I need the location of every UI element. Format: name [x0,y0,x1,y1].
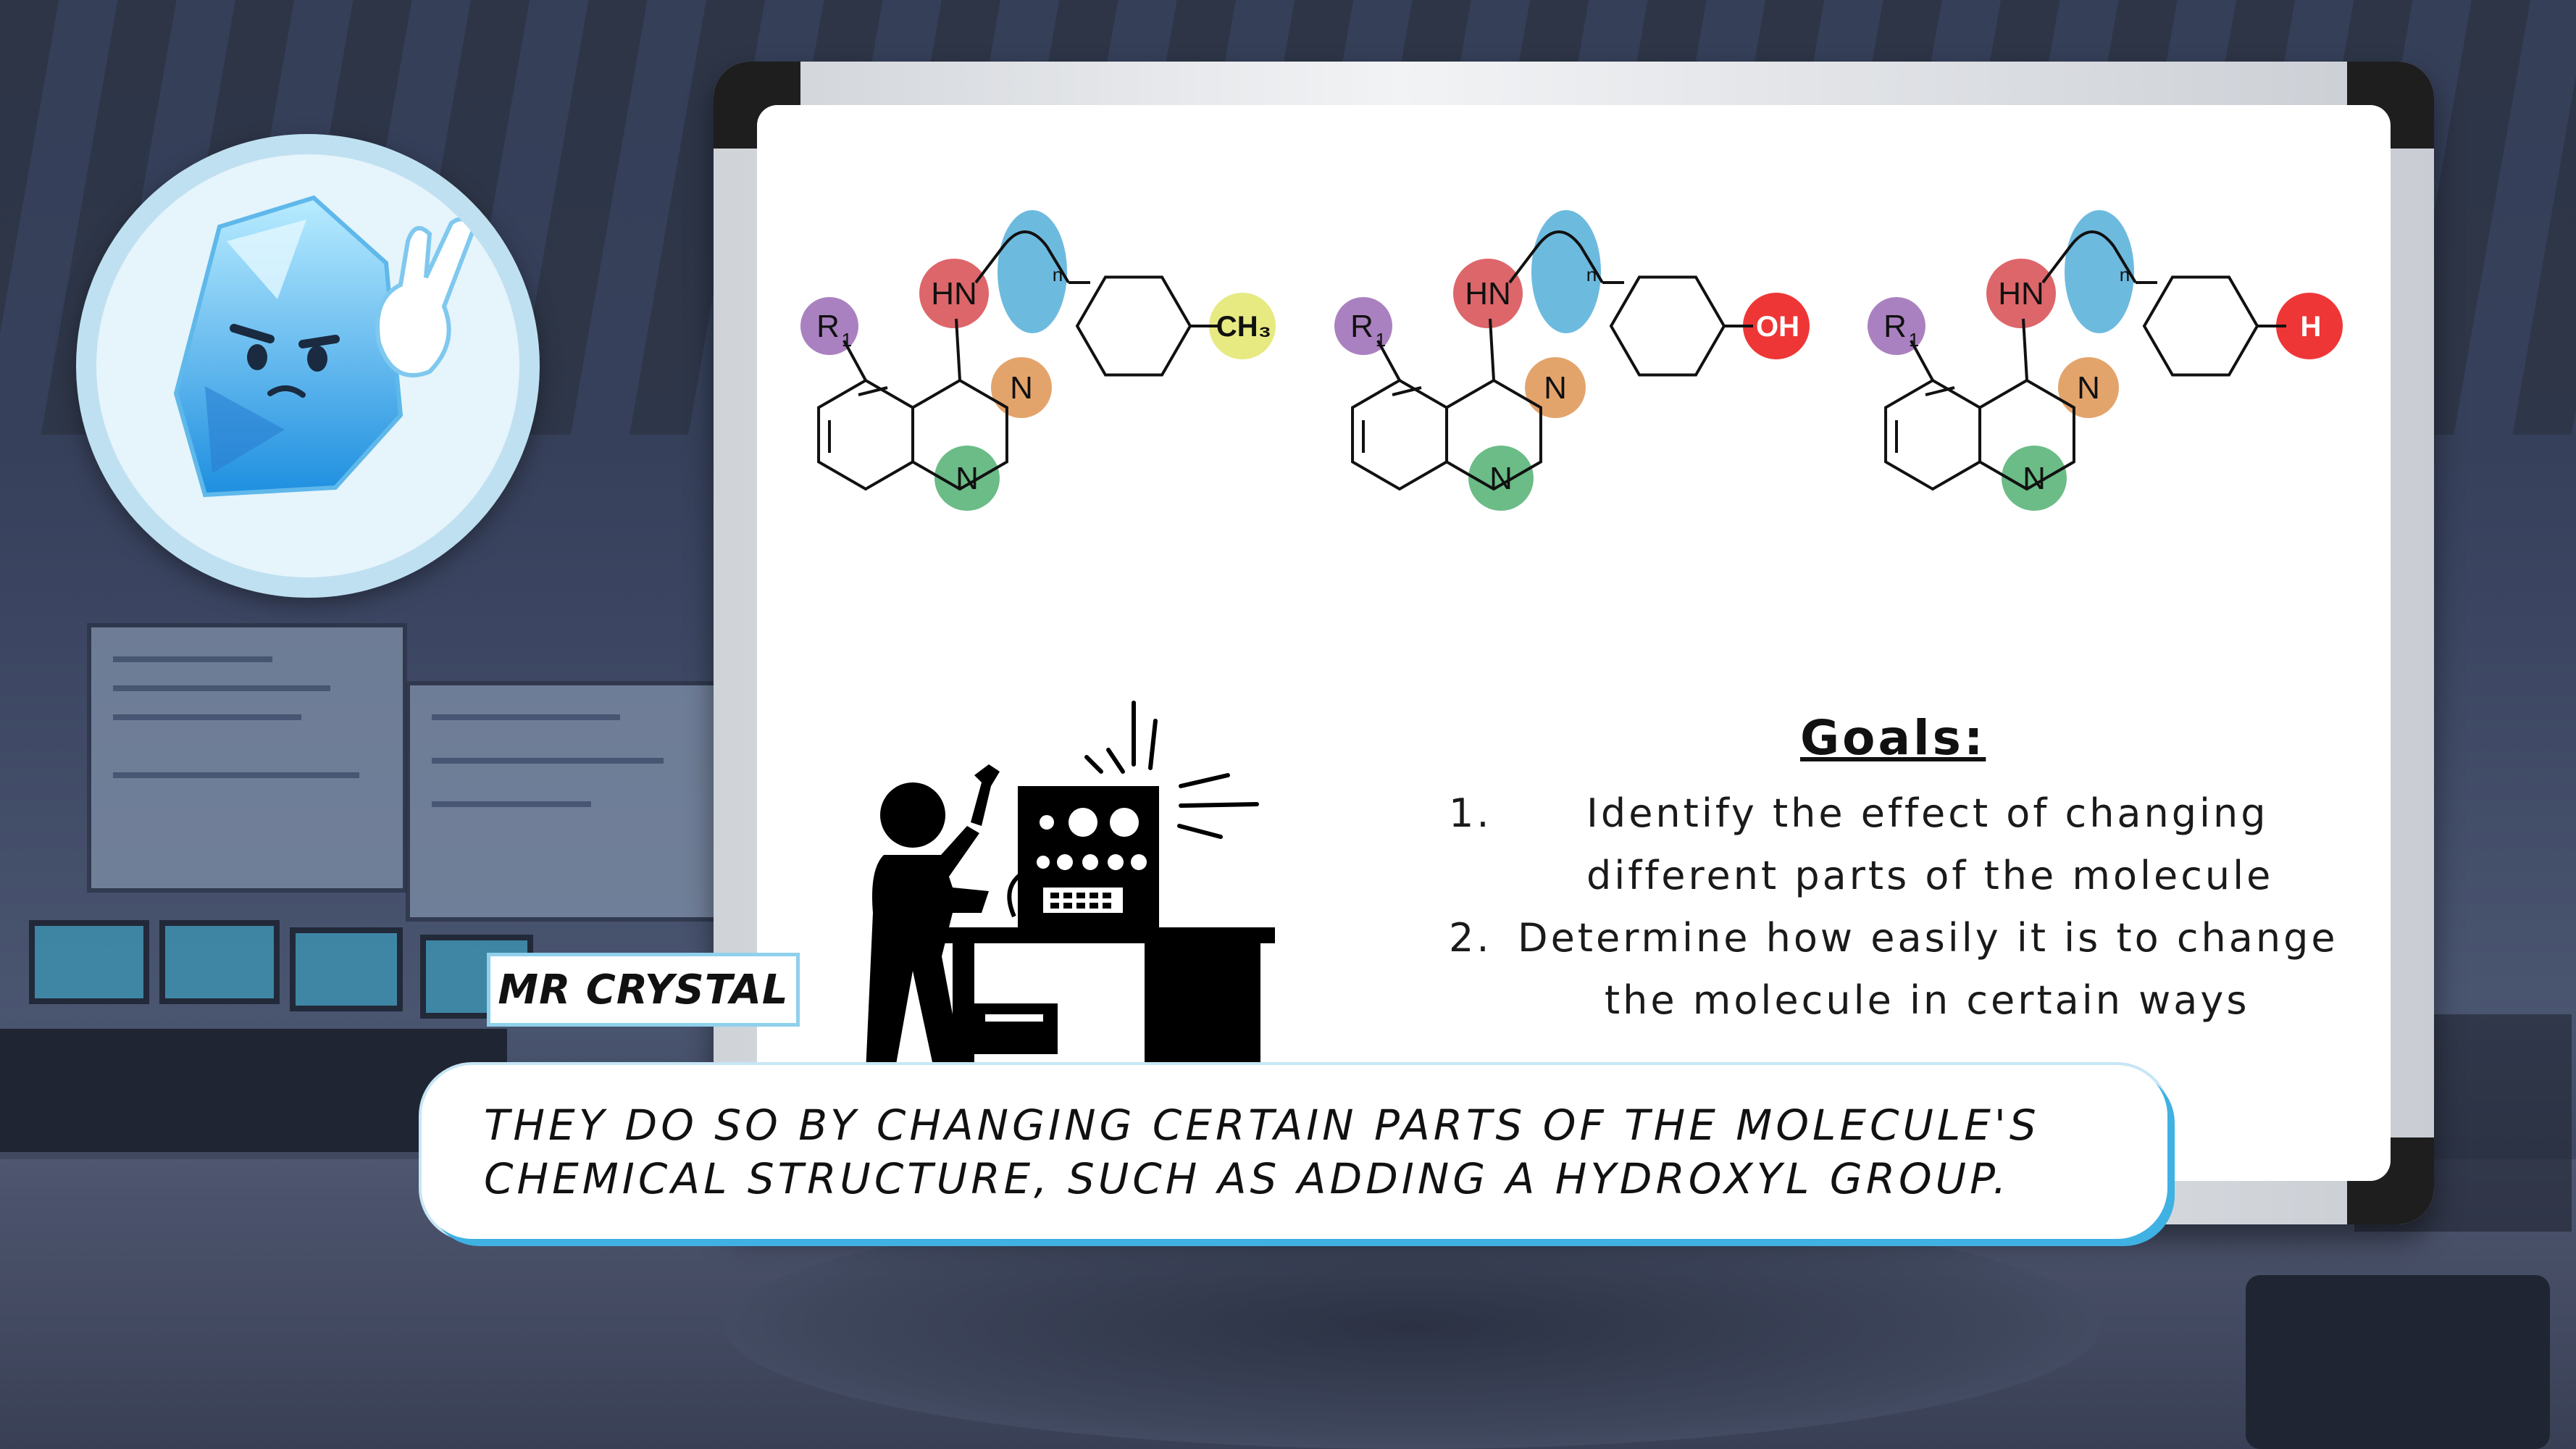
molecule-3: HN R 1 n N N H [1853,203,2375,522]
goal-text: the molecule in certain ways [1605,977,2250,1023]
molecule-1: HN R 1 n N N CH₃ [786,203,1308,522]
bond [955,318,961,381]
substituent-label: H [2301,311,2322,343]
r-group-label: R [1350,309,1373,344]
substituent-label: CH₃ [1216,311,1271,343]
ring-n-label: N [2077,370,2100,406]
chain-subscript: n [1586,264,1597,285]
lab-wall-screen [406,681,719,922]
speaker-name: MR CRYSTAL [498,966,789,1014]
dialog-text: They do so by changing certain parts of … [484,1101,2040,1203]
ring-n-label: N [1489,461,1513,496]
dialog-box[interactable]: They do so by changing certain parts of … [422,1065,2167,1239]
chain-subscript: n [1053,264,1063,285]
phenyl-ring [1609,275,1726,377]
r-group-subscript: 1 [1909,329,1919,351]
lab-platform [724,1203,2101,1449]
goal-text: Identify the effect of changing [1586,790,2269,836]
r-group-subscript: 1 [842,329,852,351]
crystal-character-icon [173,195,476,498]
r-group-subscript: 1 [1376,329,1386,351]
chain-subscript: n [2120,264,2130,285]
lab-monitor [290,927,403,1011]
molecule-structure: HN R 1 n N N CH₃ [800,210,1276,511]
ring-n-label: N [955,461,979,496]
molecule-structure: HN R 1 n N N OH [1334,210,1810,511]
lab-wall-screen [87,623,407,893]
goal-number: 2. [1449,915,1492,961]
bond [2022,318,2028,381]
lab-console [2246,1275,2550,1449]
hn-label: HN [1998,276,2044,312]
substituent-label: OH [1756,311,1799,343]
phenyl-ring [1075,275,1192,377]
scientist-machine-icon [826,696,1282,1072]
goals-title: Goals: [1800,710,1986,766]
character-avatar [76,134,540,598]
goal-text: different parts of the molecule [1586,853,2274,898]
hn-label: HN [1465,276,1511,312]
bond [1489,318,1495,381]
lab-monitor [159,920,280,1004]
benzene-ring [817,378,914,491]
ring-n-label: N [1544,370,1567,406]
r-group-label: R [816,309,840,344]
goal-text: Determine how easily it is to change [1518,915,2338,961]
ring-n-label: N [1010,370,1033,406]
ring-n-label: N [2023,461,2046,496]
benzene-ring [1884,378,1981,491]
phenyl-ring [2142,275,2259,377]
molecule-2: HN R 1 n N N OH [1320,203,1841,522]
lab-monitor [29,920,149,1004]
speaker-name-tag: MR CRYSTAL [487,953,800,1027]
benzene-ring [1351,378,1448,491]
hn-label: HN [931,276,977,312]
goal-number: 1. [1449,790,1492,836]
r-group-label: R [1883,309,1907,344]
molecule-structure: HN R 1 n N N H [1868,210,2343,511]
